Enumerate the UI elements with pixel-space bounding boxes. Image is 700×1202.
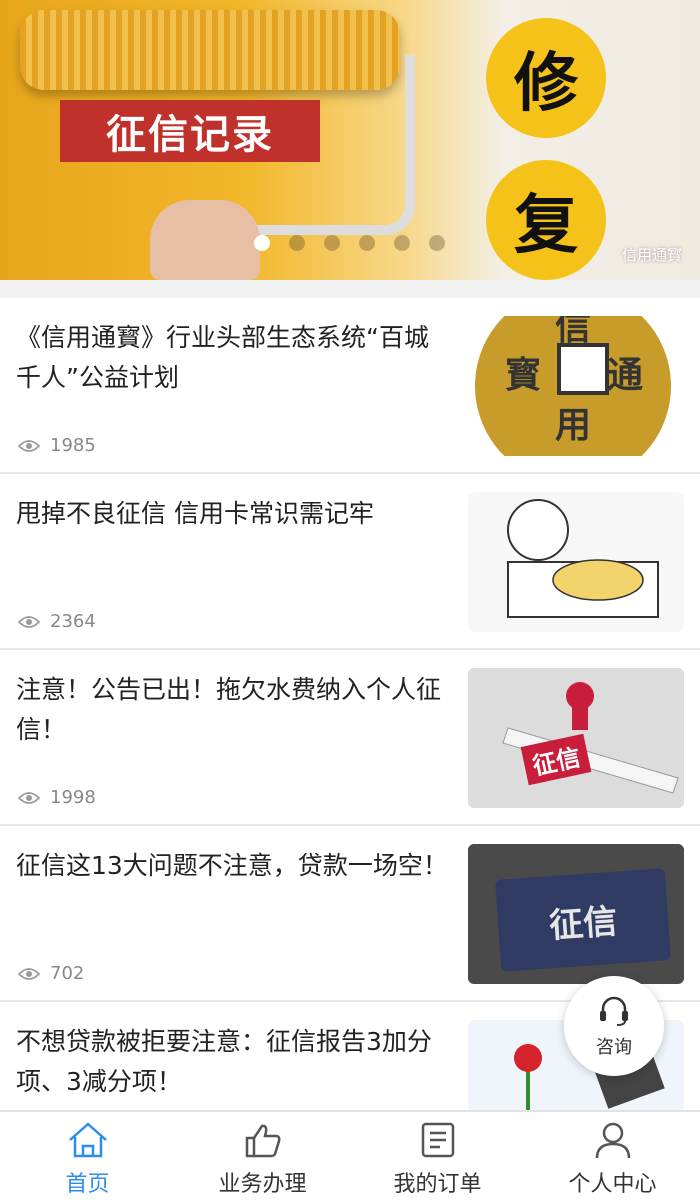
article-title: 注意！公告已出！拖欠水费纳入个人征信！: [16, 675, 442, 744]
view-count-value: 1985: [50, 435, 96, 456]
tab-label: 我的订单: [393, 1172, 482, 1197]
banner-circle-char: 复: [486, 160, 606, 280]
tab-label: 个人中心: [568, 1172, 657, 1197]
view-count-value: 702: [50, 963, 85, 984]
view-count: 702: [18, 963, 84, 984]
view-count: 1985: [18, 435, 96, 456]
tab-label: 业务办理: [218, 1172, 307, 1197]
coin-char-top: 信: [555, 316, 592, 348]
order-list-icon: [421, 1122, 454, 1158]
article-title: 不想贷款被拒要注意：征信报告3加分项、3减分项！: [16, 1027, 432, 1096]
eye-icon: [18, 439, 40, 452]
article-item[interactable]: 甩掉不良征信 信用卡常识需记牢 2364: [0, 474, 700, 650]
thumbs-up-icon: [245, 1124, 280, 1158]
view-count: 2364: [18, 611, 96, 632]
consult-button[interactable]: 咨询: [564, 976, 664, 1076]
bottom-tab-bar: 首页 业务办理 我的订单 个人中心: [0, 1110, 700, 1202]
person-icon: [595, 1122, 630, 1159]
credit-card-suit-illustration: 征信: [468, 844, 684, 984]
carousel-dot[interactable]: [359, 235, 375, 251]
hand-illustration: [150, 200, 260, 280]
carousel-dot[interactable]: [429, 235, 445, 251]
article-title: 甩掉不良征信 信用卡常识需记牢: [16, 499, 374, 528]
carousel-dot[interactable]: [289, 235, 305, 251]
view-count-value: 1998: [50, 787, 96, 808]
carousel-dot[interactable]: [394, 235, 410, 251]
banner-tag: 征信记录: [60, 100, 320, 162]
tab-business[interactable]: 业务办理: [175, 1112, 350, 1202]
coin-char-right: 通: [607, 355, 644, 396]
card-text: 征信: [494, 868, 672, 972]
view-count: 1998: [18, 787, 96, 808]
coin-char-bottom: 用: [555, 405, 592, 446]
coin-char-left: 寳: [505, 355, 542, 396]
consult-label: 咨询: [596, 1037, 632, 1058]
eye-icon: [18, 967, 40, 980]
tab-label: 首页: [65, 1172, 110, 1197]
article-item[interactable]: 征信这13大问题不注意，贷款一场空！ 702 征信: [0, 826, 700, 1002]
article-item[interactable]: 注意！公告已出！拖欠水费纳入个人征信！ 1998 征信: [0, 650, 700, 826]
coin-icon: 信 寳 通 用: [468, 316, 684, 456]
carousel-dot[interactable]: [254, 235, 270, 251]
home-icon: [68, 1122, 107, 1158]
banner-carousel[interactable]: 征信记录 修 复 信用通寳: [0, 0, 700, 280]
article-title: 《信用通寳》行业头部生态系统“百城千人”公益计划: [16, 323, 429, 392]
eye-icon: [18, 791, 40, 804]
coin-shape: 信 寳 通 用: [475, 316, 671, 456]
carousel-indicator: [254, 235, 445, 251]
banner-watermark: 信用通寳: [621, 246, 682, 264]
stamp-ruler-illustration: 征信: [468, 668, 684, 808]
meme-illustration: [468, 492, 684, 632]
banner-circle-char: 修: [486, 18, 606, 138]
coin-hole: [557, 343, 609, 395]
tab-profile[interactable]: 个人中心: [525, 1112, 700, 1202]
carousel-dot[interactable]: [324, 235, 340, 251]
eye-icon: [18, 615, 40, 628]
view-count-value: 2364: [50, 611, 96, 632]
tab-home[interactable]: 首页: [0, 1112, 175, 1202]
article-title: 征信这13大问题不注意，贷款一场空！: [16, 851, 448, 880]
tab-orders[interactable]: 我的订单: [350, 1112, 525, 1202]
headset-icon: [600, 996, 628, 1026]
article-item[interactable]: 《信用通寳》行业头部生态系统“百城千人”公益计划 1985 信 寳 通 用: [0, 298, 700, 474]
